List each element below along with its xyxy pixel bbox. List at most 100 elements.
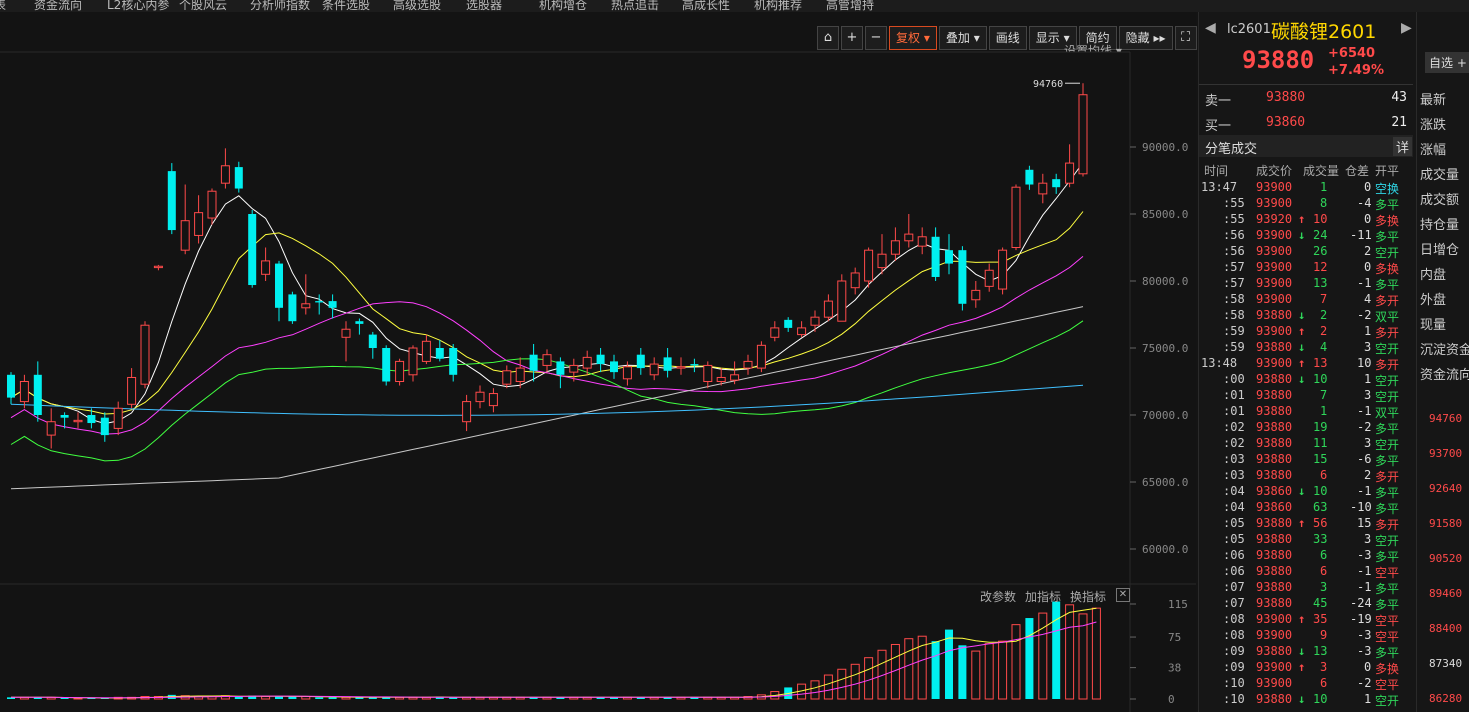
ticks-col-header: 成交量: [1303, 164, 1340, 178]
tick-volume: 26: [1313, 244, 1328, 258]
candle-body: [73, 419, 83, 423]
tick-oi-change: -1: [1357, 564, 1372, 578]
tick-type: 多换: [1375, 214, 1400, 228]
tick-volume: 9: [1320, 628, 1328, 642]
tick-volume: 6: [1320, 468, 1328, 482]
tick-price: 93880: [1256, 516, 1293, 530]
top-nav-item[interactable]: 选股器: [466, 0, 502, 12]
candle-body: [87, 415, 96, 424]
tick-time: :00: [1223, 372, 1245, 386]
tick-volume: 2: [1320, 308, 1328, 322]
tick-time: 13:48: [1201, 356, 1238, 370]
add-indicator-link[interactable]: 加指标: [1025, 588, 1061, 605]
tick-row: :01 93880 7 3 空开: [1199, 388, 1413, 404]
top-nav-item[interactable]: 热点追击: [611, 0, 659, 12]
tick-volume: 3: [1320, 580, 1328, 594]
tick-type: 多平: [1375, 278, 1400, 292]
divider: [1199, 84, 1413, 85]
top-nav-item[interactable]: 资金流向: [34, 0, 82, 12]
quote-detail-label: 最新: [1420, 93, 1447, 108]
candle-body: [100, 417, 109, 436]
candle-body: [716, 376, 726, 383]
tick-price: 93880: [1256, 692, 1293, 706]
tick-direction-icon: ↑: [1298, 660, 1306, 674]
volume-bar: [1011, 624, 1021, 700]
tick-volume: 1: [1320, 180, 1328, 194]
top-nav-item[interactable]: 高级选股: [393, 0, 441, 12]
candle-body: [408, 347, 418, 376]
tick-type: 空换: [1375, 182, 1400, 196]
quote-detail-label: 涨幅: [1420, 143, 1447, 158]
quote-detail-label: 沉淀资金: [1420, 343, 1469, 358]
top-nav-item[interactable]: 表: [0, 0, 6, 12]
tick-volume: 4: [1320, 340, 1328, 354]
tick-oi-change: 3: [1364, 436, 1372, 450]
tick-time: :59: [1223, 324, 1245, 338]
candle-body: [515, 367, 525, 383]
top-nav-item[interactable]: 条件选股: [322, 0, 370, 12]
close-icon[interactable]: ✕: [1116, 588, 1130, 602]
tick-type: 空平: [1375, 678, 1400, 692]
candle-body: [971, 289, 981, 301]
tick-type: 多开: [1375, 294, 1400, 308]
tick-time: :58: [1223, 292, 1245, 306]
tick-row: :01 93880 1 -1 双平: [1199, 404, 1413, 420]
top-nav-item[interactable]: 个股风云: [179, 0, 227, 12]
candle-body: [850, 272, 860, 289]
tick-volume: 35: [1313, 612, 1328, 626]
candle-body: [382, 348, 391, 382]
volume-bar: [315, 697, 324, 699]
top-nav-item[interactable]: L2核心内参: [107, 0, 169, 12]
quote-detail-label: 日增仓: [1420, 243, 1460, 258]
tick-volume: 24: [1313, 228, 1328, 242]
tick-oi-change: -4: [1357, 196, 1372, 210]
volume-bar: [60, 698, 69, 699]
top-nav-item[interactable]: 高管增持: [826, 0, 874, 12]
tick-oi-change: -10: [1350, 500, 1372, 514]
tick-price: 93920: [1256, 212, 1293, 226]
candle-body: [368, 334, 377, 348]
tick-time: :58: [1223, 308, 1245, 322]
ticks-col-header: 时间: [1204, 164, 1229, 178]
prev-arrow-icon[interactable]: ◀: [1205, 20, 1216, 36]
tick-direction-icon: ↓: [1298, 484, 1306, 498]
tick-price: 93880: [1256, 308, 1293, 322]
next-arrow-icon[interactable]: ▶: [1401, 20, 1412, 36]
tick-volume: 6: [1320, 676, 1328, 690]
candle-body: [288, 294, 297, 322]
mini-chart-price-label: 87340: [1429, 657, 1463, 670]
volume-bar: [1052, 601, 1061, 699]
candle-body: [33, 374, 42, 415]
top-nav-item[interactable]: 分析师指数: [250, 0, 310, 12]
add-favorite-button[interactable]: 自选 +: [1425, 52, 1469, 73]
volume-bar: [261, 696, 271, 700]
candle-body: [837, 280, 847, 322]
order-book-row: 卖一 93880 43: [1199, 88, 1413, 110]
tick-price: 93880: [1256, 436, 1293, 450]
candle-body: [1025, 169, 1034, 185]
ticks-detail-button[interactable]: 详: [1393, 137, 1413, 156]
tick-oi-change: 10: [1357, 356, 1372, 370]
tick-type: 多平: [1375, 198, 1400, 212]
change-params-link[interactable]: 改参数: [980, 588, 1016, 605]
tick-price: 93900: [1256, 260, 1293, 274]
switch-indicator-link[interactable]: 换指标: [1070, 588, 1106, 605]
top-nav-item[interactable]: 机构增仓: [539, 0, 587, 12]
tick-time: :04: [1223, 500, 1245, 514]
top-nav-item[interactable]: 高成长性: [682, 0, 730, 12]
volume-bar: [971, 650, 981, 700]
tick-price: 93880: [1256, 596, 1293, 610]
kline-chart-area[interactable]: ⌂ + − 复权 ▾ 叠加 ▾ 画线 显示 ▾ 简约 隐藏 ▸▸ ⛶ 设置均线 …: [0, 12, 1197, 712]
tick-price: 93900: [1256, 356, 1293, 370]
tick-direction-icon: ↑: [1298, 612, 1306, 626]
tick-time: :04: [1223, 484, 1245, 498]
tick-row: :02 93880 11 3 空开: [1199, 436, 1413, 452]
tick-volume: 8: [1320, 196, 1328, 210]
candle-body: [7, 374, 15, 398]
tick-time: :56: [1223, 244, 1245, 258]
top-nav-item[interactable]: 机构推荐: [754, 0, 802, 12]
tick-type: 空开: [1375, 390, 1400, 404]
tick-price: 93900: [1256, 676, 1293, 690]
tick-time: :03: [1223, 452, 1245, 466]
tick-type: 空开: [1375, 438, 1400, 452]
